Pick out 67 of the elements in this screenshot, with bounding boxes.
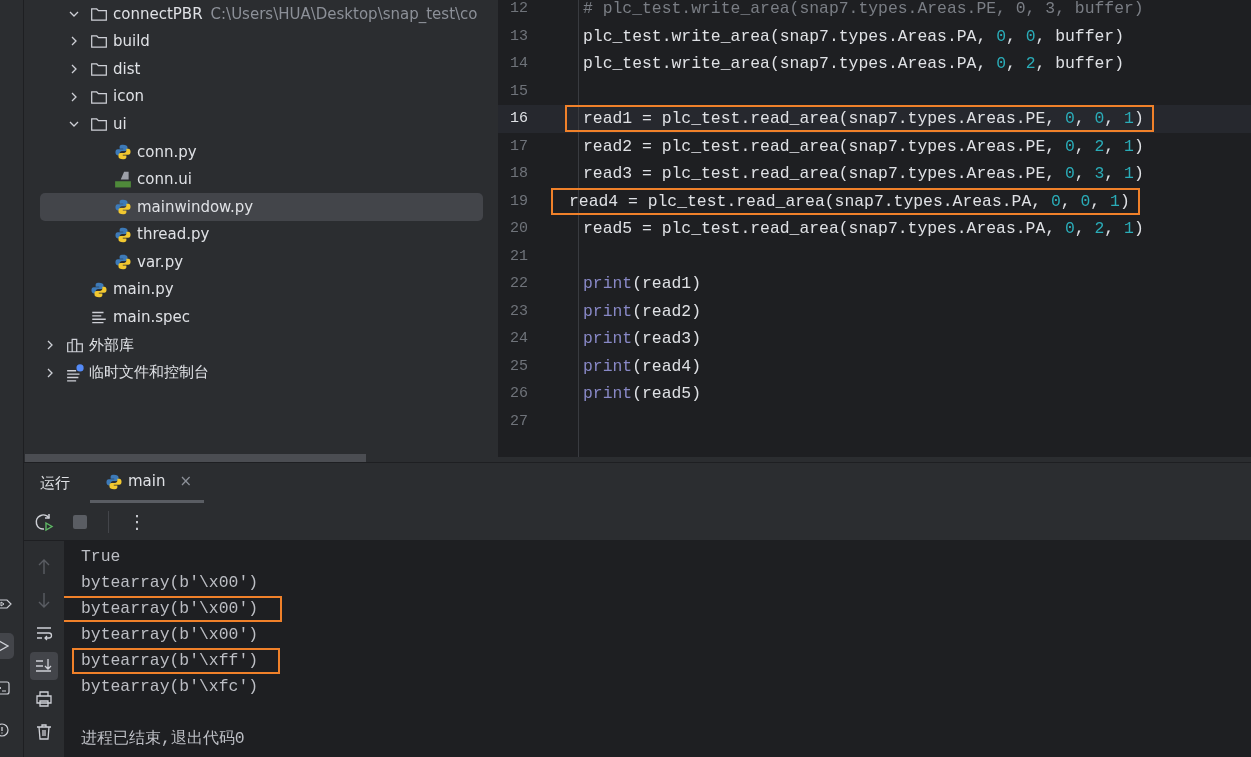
tree-item[interactable]: build [40,27,483,56]
tree-item[interactable]: ui [40,110,483,138]
console-output-line: bytearray(b'\x00') [80,624,260,646]
code-line: read2 = plc_test.read_area(snap7.types.Areas.PE, 0, 2, 1) [582,135,1145,158]
code-line: print(read2) [582,300,703,323]
line-number: 22 [509,274,529,294]
python-icon [90,280,108,299]
more-button[interactable]: ⋮ [123,507,151,536]
tree-item[interactable]: mainwindow.py [40,193,483,221]
tree-item[interactable]: 外部库 [40,331,483,359]
scrollbar[interactable] [25,454,366,462]
tree-item[interactable]: 临时文件和控制台 [40,358,483,387]
python-icon [114,197,132,216]
code-line: # plc_test.write_area(snap7.types.Areas.PE, 0, 3, buffer) [582,0,1145,21]
line-number: 16 [509,109,529,129]
line-number: 13 [509,26,529,47]
tree-item[interactable]: dist [40,55,483,83]
qt-file-icon [114,170,132,189]
line-number: 15 [509,81,529,102]
tree-item[interactable]: var.py [40,248,483,276]
delete-icon [34,722,54,742]
line-number: 24 [509,329,529,349]
scroll-to-end-button[interactable] [30,652,58,680]
print-icon [34,689,54,709]
line-number: 18 [509,164,529,184]
code-line: read5 = plc_test.read_area(snap7.types.Areas.PA, 0, 2, 1) [582,218,1145,241]
code-line: read3 = plc_test.read_area(snap7.types.Areas.PE, 0, 3, 1) [582,163,1145,186]
folder-icon [90,32,108,51]
code-line: print(read1) [582,273,703,296]
line-number: 20 [509,219,529,239]
code-line: print(read5) [582,383,703,406]
console-output-line: bytearray(b'\x00') [80,572,260,594]
rerun-icon [34,511,54,532]
scratch-console-icon [66,363,84,382]
console-output-line: bytearray(b'\xfc') [80,676,260,698]
line-number: 25 [509,356,529,377]
line-number: 27 [509,411,529,432]
code-line: plc_test.write_area(snap7.types.Areas.PA, 0, 0, buffer) [582,25,1126,48]
python-icon [114,253,132,272]
line-number: 21 [509,246,529,267]
console-output-line: 进程已结束,退出代码0 [80,728,246,750]
python-icon [105,472,123,491]
folder-icon [90,60,108,78]
line-number: 14 [509,54,529,74]
line-number: 26 [509,384,529,404]
folder-icon [90,115,108,134]
python-icon [114,142,132,161]
run-icon[interactable] [0,633,14,659]
code-line: plc_test.write_area(snap7.types.Areas.PA, 0, 2, buffer) [582,53,1126,76]
tree-item[interactable]: thread.py [40,220,483,249]
tree-item[interactable]: main.spec [40,303,483,332]
line-number: 23 [509,301,529,322]
line-number: 17 [509,136,529,157]
code-line: print(read3) [582,328,703,351]
line-number: 19 [509,191,529,212]
panel-title: 运行 [40,472,70,494]
tree-item[interactable]: connectPBR C:\Users\HUA\Desktop\snap_test\co [40,0,483,28]
stop-icon [72,513,88,530]
tree-item[interactable]: conn.ui [40,165,483,194]
line-number: 12 [509,0,529,19]
tree-item[interactable]: main.py [40,275,483,304]
tree-item[interactable]: conn.py [40,137,483,166]
tree-item[interactable]: icon [40,82,483,111]
code-line: print(read4) [582,355,703,378]
python-icon [114,225,132,244]
close-button[interactable]: × [179,470,193,493]
console-output-line: True [80,546,122,568]
